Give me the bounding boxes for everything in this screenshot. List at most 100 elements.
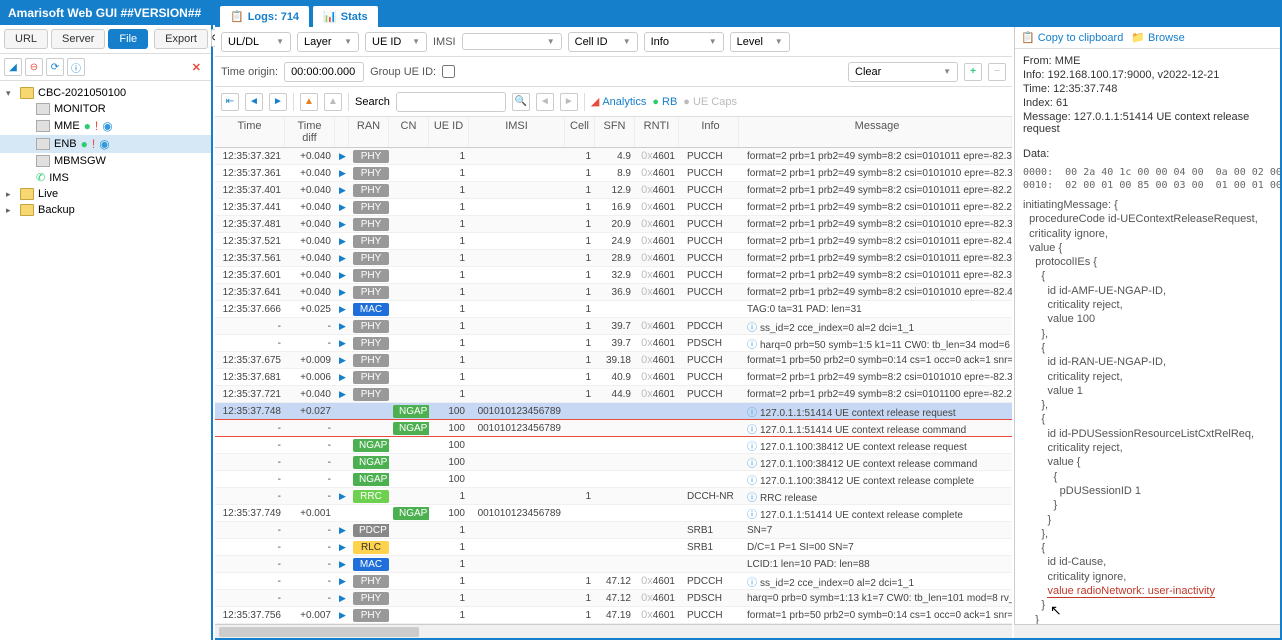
table-row[interactable]: 12:35:37.721+0.040▶PHY1144.90x4601PUCCHf… [215, 386, 1012, 403]
table-row[interactable]: 12:35:37.521+0.040▶PHY1124.90x4601PUCCHf… [215, 233, 1012, 250]
table-row[interactable]: --NGAP100ⓘ127.0.1.100:38412 UE context r… [215, 437, 1012, 454]
analytics-link[interactable]: ◢Analytics [591, 95, 647, 108]
info-combo[interactable]: Info▼ [644, 32, 724, 52]
search-input[interactable] [396, 92, 506, 112]
nav-next-icon[interactable]: ► [269, 93, 287, 111]
table-row[interactable]: 12:35:37.441+0.040▶PHY1116.90x4601PUCCHf… [215, 199, 1012, 216]
table-row[interactable]: --▶PHY1139.70x4601PDCCHⓘss_id=2 cce_inde… [215, 318, 1012, 335]
table-row[interactable]: 12:35:37.675+0.009▶PHY1139.180x4601PUCCH… [215, 352, 1012, 369]
tree-label: MONITOR [54, 103, 106, 115]
table-row[interactable]: 12:35:37.561+0.040▶PHY1128.90x4601PUCCHf… [215, 250, 1012, 267]
tree-item-ims[interactable]: ✆IMS [0, 169, 211, 186]
tab-stats-label: Stats [341, 11, 368, 23]
detail-toolbar: 📋 Copy to clipboard 📁 Browse [1015, 27, 1280, 49]
col-diff[interactable]: Time diff [285, 117, 335, 147]
error-icon[interactable]: ▲ [324, 93, 342, 111]
folder-icon: 📁 [1131, 31, 1145, 44]
tree-item-monitor[interactable]: MONITOR [0, 101, 211, 117]
table-row[interactable]: 12:35:37.749+0.001NGAP100001010123456789… [215, 505, 1012, 522]
level-combo[interactable]: Level▼ [730, 32, 790, 52]
uecaps-link[interactable]: ●UE Caps [683, 96, 737, 108]
status-warn-icon: ! [95, 119, 98, 133]
table-row[interactable]: 12:35:37.601+0.040▶PHY1132.90x4601PUCCHf… [215, 267, 1012, 284]
nav-first-icon[interactable]: ⇤ [221, 93, 239, 111]
uldl-combo[interactable]: UL/DL▼ [221, 32, 291, 52]
table-row[interactable]: 12:35:37.361+0.040▶PHY118.90x4601PUCCHfo… [215, 165, 1012, 182]
export-button[interactable]: Export [154, 29, 208, 49]
h-scrollbar[interactable] [215, 624, 1012, 638]
nav-prev-icon[interactable]: ◄ [245, 93, 263, 111]
ueid-combo[interactable]: UE ID▼ [365, 32, 427, 52]
tree-item-enb[interactable]: ENB ● ! ◉ [0, 135, 211, 153]
warning-icon[interactable]: ▲ [300, 93, 318, 111]
connect-icon[interactable]: ◢ [4, 58, 22, 76]
table-row[interactable]: --▶RLC1SRB1D/C=1 P=1 SI=00 SN=7 [215, 539, 1012, 556]
add-filter-icon[interactable]: + [964, 63, 982, 81]
search-button-icon[interactable]: 🔍 [512, 93, 530, 111]
detail-hex: 0000: 00 2a 40 1c 00 00 04 00 0a 00 02 0… [1023, 166, 1272, 192]
tree-item-mme[interactable]: MME ● ! ◉ [0, 117, 211, 135]
table-row[interactable]: --▶PHY1147.120x4601PDCCHⓘss_id=2 cce_ind… [215, 573, 1012, 590]
search-next-icon[interactable]: ► [560, 93, 578, 111]
table-row[interactable]: 12:35:37.401+0.040▶PHY1112.90x4601PUCCHf… [215, 182, 1012, 199]
tree-folder-backup[interactable]: ▸Backup [0, 202, 211, 218]
table-row[interactable]: --▶PDCP1SRB1SN=7 [215, 522, 1012, 539]
status-info-icon: ◉ [99, 137, 109, 151]
table-row[interactable]: 12:35:37.681+0.006▶PHY1140.90x4601PUCCHf… [215, 369, 1012, 386]
col-imsi[interactable]: IMSI [469, 117, 565, 147]
tree-folder-live[interactable]: ▸Live [0, 186, 211, 202]
clear-tree-icon[interactable]: ✕ [186, 61, 207, 74]
col-sfn[interactable]: SFN [595, 117, 635, 147]
col-ran[interactable]: RAN [349, 117, 389, 147]
h-scrollbar-right[interactable] [1014, 624, 1280, 638]
table-row[interactable]: --▶PHY1147.120x4601PDSCHharq=0 prb=0 sym… [215, 590, 1012, 607]
remove-filter-icon[interactable]: − [988, 63, 1006, 81]
col-info[interactable]: Info [679, 117, 739, 147]
table-row[interactable]: --NGAP100001010123456789ⓘ127.0.1.1:51414… [215, 420, 1012, 437]
table-row[interactable]: --▶MAC1LCID:1 len=10 PAD: len=88 [215, 556, 1012, 573]
table-row[interactable]: 12:35:37.481+0.040▶PHY1120.90x4601PUCCHf… [215, 216, 1012, 233]
clear-combo[interactable]: Clear▼ [848, 62, 958, 82]
table-row[interactable]: 12:35:37.756+0.007▶PHY1147.190x4601PUCCH… [215, 607, 1012, 624]
table-row[interactable]: --▶RRC11DCCH-NRⓘRRC release [215, 488, 1012, 505]
search-prev-icon[interactable]: ◄ [536, 93, 554, 111]
col-rnti[interactable]: RNTI [635, 117, 679, 147]
status-ok-icon: ● [84, 119, 91, 133]
imsi-combo[interactable]: ▼ [462, 33, 562, 50]
group-ue-checkbox[interactable] [442, 65, 455, 78]
col-cell[interactable]: Cell [565, 117, 595, 147]
group-ue-label: Group UE ID: [370, 66, 436, 78]
search-label: Search [355, 96, 390, 108]
rb-link[interactable]: ●RB [652, 96, 677, 108]
tab-logs[interactable]: 📋 Logs: 714 [219, 5, 310, 27]
layer-combo[interactable]: Layer▼ [297, 32, 359, 52]
table-row[interactable]: 12:35:37.321+0.040▶PHY114.90x4601PUCCHfo… [215, 148, 1012, 165]
table-row[interactable]: --▶PHY1139.70x4601PDSCHⓘharq=0 prb=50 sy… [215, 335, 1012, 352]
phone-icon: ✆ [36, 171, 45, 184]
refresh-tree-icon[interactable]: ⟳ [46, 58, 64, 76]
col-ueid[interactable]: UE ID [429, 117, 469, 147]
filter-row-2: Time origin: 00:00:00.000 Group UE ID: C… [215, 57, 1012, 87]
server-button[interactable]: Server [51, 29, 105, 49]
col-cn[interactable]: CN [389, 117, 429, 147]
info-tree-icon[interactable]: ⓘ [67, 58, 85, 76]
tree-item-mbmsgw[interactable]: MBMSGW [0, 153, 211, 169]
col-time[interactable]: Time [215, 117, 285, 147]
log-grid[interactable]: Time Time diff RAN CN UE ID IMSI Cell SF… [215, 117, 1012, 624]
browse-button[interactable]: 📁 Browse [1131, 31, 1184, 44]
time-origin-input[interactable]: 00:00:00.000 [284, 62, 364, 82]
url-button[interactable]: URL [4, 29, 48, 49]
table-row[interactable]: 12:35:37.748+0.027NGAP100001010123456789… [215, 403, 1012, 420]
col-dir[interactable] [335, 117, 349, 147]
table-row[interactable]: --NGAP100ⓘ127.0.1.100:38412 UE context r… [215, 471, 1012, 488]
table-row[interactable]: 12:35:37.666+0.025▶MAC11TAG:0 ta=31 PAD:… [215, 301, 1012, 318]
col-msg[interactable]: Message [739, 117, 1012, 147]
disconnect-icon[interactable]: ⊖ [25, 58, 43, 76]
copy-clipboard-button[interactable]: 📋 Copy to clipboard [1021, 31, 1123, 44]
table-row[interactable]: --NGAP100ⓘ127.0.1.100:38412 UE context r… [215, 454, 1012, 471]
table-row[interactable]: 12:35:37.641+0.040▶PHY1136.90x4601PUCCHf… [215, 284, 1012, 301]
file-button[interactable]: File [108, 29, 148, 49]
tree-root[interactable]: ▾ CBC-2021050100 [0, 85, 211, 101]
cellid-combo[interactable]: Cell ID▼ [568, 32, 638, 52]
tab-stats[interactable]: 📊 Stats [312, 5, 379, 27]
